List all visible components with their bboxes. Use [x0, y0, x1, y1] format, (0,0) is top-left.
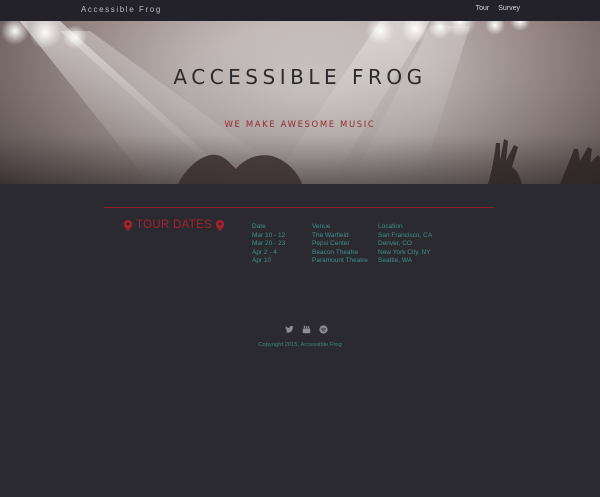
tour-location: New York City, NY	[378, 248, 431, 256]
youtube-icon[interactable]	[302, 321, 311, 334]
tour-location: San Francisco, CA	[378, 231, 433, 239]
nav-links: Tour Survey	[476, 5, 520, 12]
nav-link-survey[interactable]: Survey	[498, 5, 520, 12]
tour-date: Apr 2 - 4	[252, 248, 277, 256]
tour-date: Mar 20 - 23	[252, 240, 286, 247]
table-row: Mar 10 - 12 The Warfield San Francisco, …	[252, 232, 448, 241]
tour-date: Apr 10	[252, 257, 272, 264]
tour-location: Seattle, WA	[378, 257, 413, 264]
column-header-location: Location	[378, 223, 403, 230]
tour-location: Denver, CO	[378, 240, 412, 247]
nav-link-tour[interactable]: Tour	[476, 5, 490, 12]
table-row: Apr 2 - 4 Beacon Theatre New York City, …	[252, 249, 448, 258]
spotify-icon[interactable]	[319, 321, 328, 334]
tour-venue: Beacon Theatre	[312, 248, 359, 256]
hero-banner: ACCESSIBLE FROG WE MAKE AWESOME MUSIC	[0, 21, 600, 184]
tour-dates-heading: TOUR DATES	[123, 219, 225, 231]
tour-venue: The Warfield	[312, 231, 349, 239]
section-divider	[104, 207, 495, 208]
hero-title: ACCESSIBLE FROG	[173, 65, 427, 89]
column-header-date: Date	[252, 223, 266, 230]
tour-date: Mar 10 - 12	[252, 231, 286, 239]
twitter-icon[interactable]	[285, 321, 294, 333]
table-row: Apr 10 Paramount Theatre Seattle, WA	[252, 257, 448, 266]
map-pin-icon	[123, 219, 133, 231]
copyright-text: Copyright 2015, Accessible Frog	[258, 342, 342, 348]
concert-background-image	[0, 21, 600, 184]
table-row: Mar 20 - 23 Pepsi Center Denver, CO	[252, 240, 448, 249]
hero-subtitle: WE MAKE AWESOME MUSIC	[224, 120, 376, 130]
tour-dates-title: TOUR DATES	[136, 219, 213, 231]
map-pin-icon	[215, 219, 225, 231]
tour-venue: Paramount Theatre	[312, 257, 368, 264]
tour-venue: Pepsi Center	[312, 240, 350, 247]
social-links	[285, 321, 328, 334]
brand-logo[interactable]: Accessible Frog	[81, 5, 162, 14]
column-header-venue: Venue	[312, 223, 331, 230]
table-header-row: Date Venue Location	[252, 223, 448, 232]
tour-dates-table: Date Venue Location Mar 10 - 12 The Warf…	[252, 223, 448, 266]
navbar: Accessible Frog Tour Survey	[0, 0, 600, 21]
